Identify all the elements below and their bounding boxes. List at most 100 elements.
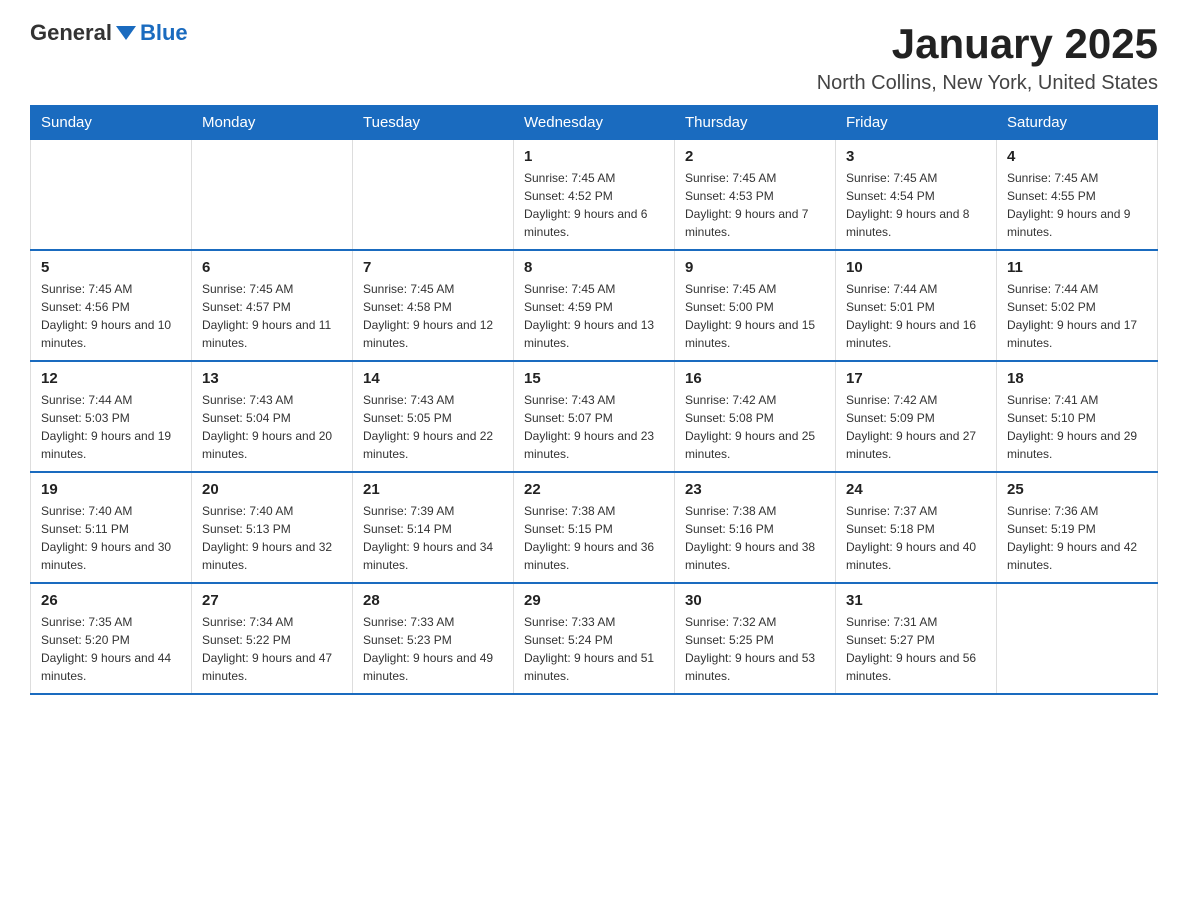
day-info: Sunrise: 7:45 AMSunset: 4:57 PMDaylight:… (202, 280, 342, 352)
calendar-day-22: 22 Sunrise: 7:38 AMSunset: 5:15 PMDayligh… (514, 472, 675, 583)
calendar-day-1: 1 Sunrise: 7:45 AMSunset: 4:52 PMDaylight… (514, 140, 675, 251)
day-info: Sunrise: 7:35 AMSunset: 5:20 PMDaylight:… (41, 613, 181, 685)
day-info: Sunrise: 7:45 AMSunset: 4:55 PMDaylight:… (1007, 169, 1147, 241)
calendar-week-row-1: 1 Sunrise: 7:45 AMSunset: 4:52 PMDaylight… (31, 140, 1158, 251)
day-info: Sunrise: 7:44 AMSunset: 5:01 PMDaylight:… (846, 280, 986, 352)
day-info: Sunrise: 7:41 AMSunset: 5:10 PMDaylight:… (1007, 391, 1147, 463)
day-number: 30 (685, 592, 825, 609)
weekday-header-friday: Friday (836, 106, 997, 140)
day-info: Sunrise: 7:45 AMSunset: 4:54 PMDaylight:… (846, 169, 986, 241)
calendar-day-10: 10 Sunrise: 7:44 AMSunset: 5:01 PMDayligh… (836, 250, 997, 361)
calendar-day-14: 14Sunrise: 7:43 AMSunset: 5:05 PMDayligh… (353, 361, 514, 472)
weekday-header-thursday: Thursday (675, 106, 836, 140)
calendar-empty-cell (31, 140, 192, 251)
day-number: 12 (41, 370, 181, 387)
day-info: Sunrise: 7:43 AMSunset: 5:07 PMDaylight:… (524, 391, 664, 463)
day-number: 16 (685, 370, 825, 387)
day-number: 17 (846, 370, 986, 387)
day-number: 9 (685, 259, 825, 276)
calendar-day-19: 19 Sunrise: 7:40 AMSunset: 5:11 PMDayligh… (31, 472, 192, 583)
day-number: 29 (524, 592, 664, 609)
weekday-header-sunday: Sunday (31, 106, 192, 140)
day-info: Sunrise: 7:39 AMSunset: 5:14 PMDaylight:… (363, 502, 503, 574)
day-number: 2 (685, 148, 825, 165)
weekday-header-wednesday: Wednesday (514, 106, 675, 140)
calendar-day-9: 9Sunrise: 7:45 AMSunset: 5:00 PMDaylight… (675, 250, 836, 361)
day-info: Sunrise: 7:45 AMSunset: 4:56 PMDaylight:… (41, 280, 181, 352)
day-info: Sunrise: 7:44 AMSunset: 5:03 PMDaylight:… (41, 391, 181, 463)
calendar-day-5: 5 Sunrise: 7:45 AMSunset: 4:56 PMDaylight… (31, 250, 192, 361)
logo: General Blue (30, 20, 188, 46)
day-info: Sunrise: 7:33 AMSunset: 5:24 PMDaylight:… (524, 613, 664, 685)
day-info: Sunrise: 7:42 AMSunset: 5:09 PMDaylight:… (846, 391, 986, 463)
day-info: Sunrise: 7:33 AMSunset: 5:23 PMDaylight:… (363, 613, 503, 685)
calendar-week-row-2: 5 Sunrise: 7:45 AMSunset: 4:56 PMDaylight… (31, 250, 1158, 361)
day-number: 23 (685, 481, 825, 498)
calendar-day-23: 23Sunrise: 7:38 AMSunset: 5:16 PMDayligh… (675, 472, 836, 583)
page-header: General Blue January 2025 North Collins,… (30, 20, 1158, 95)
day-number: 26 (41, 592, 181, 609)
weekday-header-monday: Monday (192, 106, 353, 140)
day-number: 28 (363, 592, 503, 609)
day-info: Sunrise: 7:32 AMSunset: 5:25 PMDaylight:… (685, 613, 825, 685)
calendar-day-29: 29 Sunrise: 7:33 AMSunset: 5:24 PMDayligh… (514, 583, 675, 694)
calendar-week-row-5: 26 Sunrise: 7:35 AMSunset: 5:20 PMDayligh… (31, 583, 1158, 694)
calendar-week-row-3: 12 Sunrise: 7:44 AMSunset: 5:03 PMDayligh… (31, 361, 1158, 472)
calendar-empty-cell (192, 140, 353, 251)
day-number: 31 (846, 592, 986, 609)
calendar-day-24: 24Sunrise: 7:37 AMSunset: 5:18 PMDayligh… (836, 472, 997, 583)
day-number: 13 (202, 370, 342, 387)
day-info: Sunrise: 7:34 AMSunset: 5:22 PMDaylight:… (202, 613, 342, 685)
day-number: 20 (202, 481, 342, 498)
day-info: Sunrise: 7:43 AMSunset: 5:04 PMDaylight:… (202, 391, 342, 463)
day-number: 22 (524, 481, 664, 498)
calendar-subtitle: North Collins, New York, United States (817, 72, 1158, 95)
calendar-day-2: 2 Sunrise: 7:45 AMSunset: 4:53 PMDaylight… (675, 140, 836, 251)
calendar-day-21: 21Sunrise: 7:39 AMSunset: 5:14 PMDayligh… (353, 472, 514, 583)
day-info: Sunrise: 7:45 AMSunset: 4:52 PMDaylight:… (524, 169, 664, 241)
calendar-day-6: 6 Sunrise: 7:45 AMSunset: 4:57 PMDaylight… (192, 250, 353, 361)
day-info: Sunrise: 7:37 AMSunset: 5:18 PMDaylight:… (846, 502, 986, 574)
logo-blue: Blue (140, 20, 188, 46)
day-number: 14 (363, 370, 503, 387)
calendar-day-18: 18 Sunrise: 7:41 AMSunset: 5:10 PMDayligh… (997, 361, 1158, 472)
calendar-day-27: 27Sunrise: 7:34 AMSunset: 5:22 PMDayligh… (192, 583, 353, 694)
day-number: 3 (846, 148, 986, 165)
day-info: Sunrise: 7:31 AMSunset: 5:27 PMDaylight:… (846, 613, 986, 685)
calendar-table: SundayMondayTuesdayWednesdayThursdayFrid… (30, 105, 1158, 695)
calendar-day-3: 3 Sunrise: 7:45 AMSunset: 4:54 PMDaylight… (836, 140, 997, 251)
day-info: Sunrise: 7:40 AMSunset: 5:11 PMDaylight:… (41, 502, 181, 574)
weekday-header-saturday: Saturday (997, 106, 1158, 140)
day-info: Sunrise: 7:45 AMSunset: 4:58 PMDaylight:… (363, 280, 503, 352)
day-number: 18 (1007, 370, 1147, 387)
calendar-empty-cell (353, 140, 514, 251)
weekday-header-row: SundayMondayTuesdayWednesdayThursdayFrid… (31, 106, 1158, 140)
weekday-header-tuesday: Tuesday (353, 106, 514, 140)
day-info: Sunrise: 7:45 AMSunset: 4:53 PMDaylight:… (685, 169, 825, 241)
day-number: 4 (1007, 148, 1147, 165)
day-info: Sunrise: 7:45 AMSunset: 4:59 PMDaylight:… (524, 280, 664, 352)
day-number: 25 (1007, 481, 1147, 498)
calendar-day-12: 12 Sunrise: 7:44 AMSunset: 5:03 PMDayligh… (31, 361, 192, 472)
day-number: 15 (524, 370, 664, 387)
calendar-day-20: 20 Sunrise: 7:40 AMSunset: 5:13 PMDayligh… (192, 472, 353, 583)
calendar-day-13: 13 Sunrise: 7:43 AMSunset: 5:04 PMDayligh… (192, 361, 353, 472)
calendar-day-7: 7Sunrise: 7:45 AMSunset: 4:58 PMDaylight… (353, 250, 514, 361)
calendar-day-11: 11Sunrise: 7:44 AMSunset: 5:02 PMDayligh… (997, 250, 1158, 361)
day-info: Sunrise: 7:42 AMSunset: 5:08 PMDaylight:… (685, 391, 825, 463)
day-number: 6 (202, 259, 342, 276)
day-info: Sunrise: 7:36 AMSunset: 5:19 PMDaylight:… (1007, 502, 1147, 574)
calendar-day-26: 26 Sunrise: 7:35 AMSunset: 5:20 PMDayligh… (31, 583, 192, 694)
calendar-title: January 2025 (817, 20, 1158, 68)
calendar-day-15: 15 Sunrise: 7:43 AMSunset: 5:07 PMDayligh… (514, 361, 675, 472)
calendar-day-16: 16 Sunrise: 7:42 AMSunset: 5:08 PMDayligh… (675, 361, 836, 472)
day-info: Sunrise: 7:38 AMSunset: 5:15 PMDaylight:… (524, 502, 664, 574)
day-number: 1 (524, 148, 664, 165)
day-number: 5 (41, 259, 181, 276)
day-number: 8 (524, 259, 664, 276)
calendar-day-28: 28 Sunrise: 7:33 AMSunset: 5:23 PMDayligh… (353, 583, 514, 694)
day-info: Sunrise: 7:40 AMSunset: 5:13 PMDaylight:… (202, 502, 342, 574)
logo-general: General (30, 20, 112, 46)
day-number: 10 (846, 259, 986, 276)
day-number: 19 (41, 481, 181, 498)
